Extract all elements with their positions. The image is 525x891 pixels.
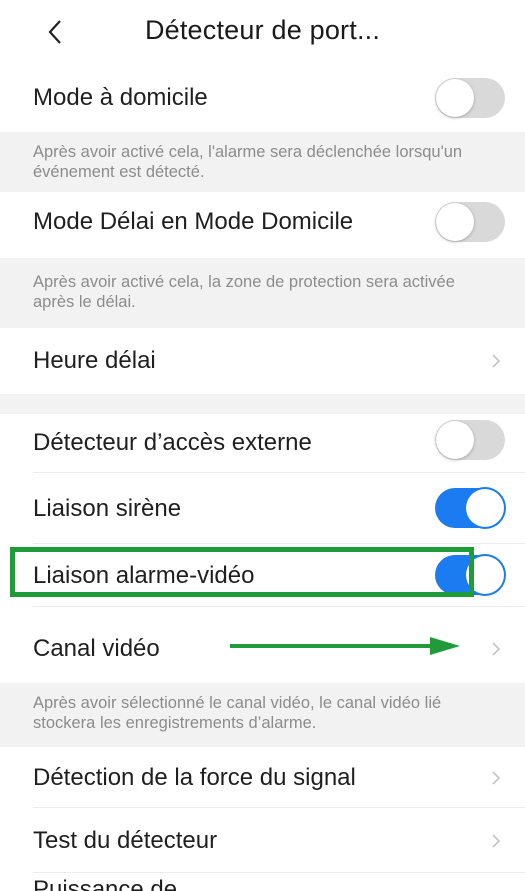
row-delay-mode: Mode Délai en Mode Domicile <box>0 192 525 258</box>
chevron-right-icon <box>492 771 501 785</box>
row-external-detector: Détecteur d’accès externe <box>0 414 525 472</box>
home-mode-label: Mode à domicile <box>33 84 208 111</box>
alarm-video-link-toggle[interactable] <box>435 555 505 595</box>
siren-link-label: Liaison sirène <box>33 495 182 522</box>
row-detector-test[interactable]: Test du détecteur <box>0 808 525 872</box>
siren-link-toggle[interactable] <box>435 488 505 528</box>
delay-mode-note-text: Après avoir activé cela, la zone de prot… <box>33 273 455 311</box>
page-title: Détecteur de port... <box>144 15 381 45</box>
toggle-knob <box>466 556 504 594</box>
partial-next-label: Puissance de <box>33 876 178 891</box>
row-signal-strength[interactable]: Détection de la force du signal <box>0 747 525 807</box>
signal-strength-label: Détection de la force du signal <box>33 764 356 791</box>
external-detector-toggle[interactable] <box>435 420 505 460</box>
delay-mode-toggle[interactable] <box>435 202 505 242</box>
row-home-mode: Mode à domicile <box>0 64 525 132</box>
toggle-knob <box>466 489 504 527</box>
section-gap <box>0 394 525 414</box>
toggle-knob <box>436 421 474 459</box>
chevron-right-icon <box>492 354 501 368</box>
external-detector-label: Détecteur d’accès externe <box>33 429 312 456</box>
alarm-video-link-label: Liaison alarme-vidéo <box>33 562 255 589</box>
video-channel-note: Après avoir sélectionné le canal vidéo, … <box>0 683 525 747</box>
delay-mode-note: Après avoir activé cela, la zone de prot… <box>0 258 525 328</box>
arrow-icon <box>230 637 460 655</box>
video-channel-label: Canal vidéo <box>33 635 160 662</box>
row-delay-time[interactable]: Heure délai <box>0 328 525 394</box>
header-bar: Détecteur de port... <box>0 0 525 64</box>
row-siren-link: Liaison sirène <box>0 473 525 543</box>
toggle-knob <box>436 203 474 241</box>
chevron-right-icon <box>492 834 501 848</box>
detector-test-label: Test du détecteur <box>33 827 218 854</box>
delay-mode-label: Mode Délai en Mode Domicile <box>33 208 354 235</box>
chevron-right-icon <box>492 642 501 656</box>
home-mode-note-text: Après avoir activé cela, l'alarme sera d… <box>33 143 463 181</box>
delay-time-label: Heure délai <box>33 347 156 374</box>
home-mode-note: Après avoir activé cela, l'alarme sera d… <box>0 132 525 192</box>
toggle-knob <box>436 79 474 117</box>
home-mode-toggle[interactable] <box>435 78 505 118</box>
row-alarm-video-link: Liaison alarme-vidéo <box>0 544 525 606</box>
video-channel-note-text: Après avoir sélectionné le canal vidéo, … <box>33 694 442 732</box>
row-partial-next[interactable]: Puissance de <box>0 873 525 891</box>
